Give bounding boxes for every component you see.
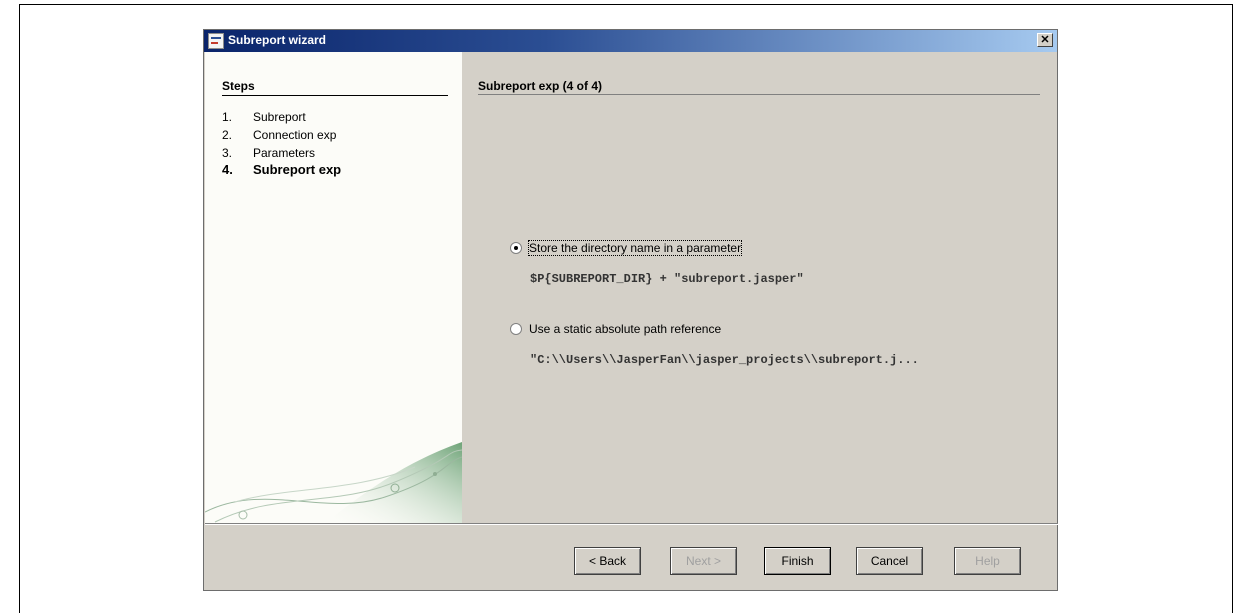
cancel-button[interactable]: Cancel bbox=[856, 547, 923, 575]
step-number: 4. bbox=[222, 162, 233, 177]
step-item-subreport-exp: 4. Subreport exp bbox=[222, 163, 341, 177]
window-title: Subreport wizard bbox=[228, 33, 327, 47]
static-path-expression: "C:\\Users\\JasperFan\\jasper_projects\\… bbox=[530, 353, 919, 367]
step-item-parameters: 3. Parameters bbox=[222, 146, 315, 160]
radio-button[interactable] bbox=[510, 323, 522, 335]
step-number: 1. bbox=[222, 110, 233, 124]
parameter-expression: $P{SUBREPORT_DIR} + "subreport.jasper" bbox=[530, 272, 804, 286]
content-panel: Subreport exp (4 of 4) Store the directo… bbox=[462, 52, 1057, 523]
finish-button[interactable]: Finish bbox=[764, 547, 831, 575]
next-button[interactable]: Next > bbox=[670, 547, 737, 575]
step-item-subreport: 1. Subreport bbox=[222, 110, 306, 124]
app-icon bbox=[208, 33, 224, 49]
steps-divider bbox=[222, 95, 448, 96]
step-number: 3. bbox=[222, 146, 233, 160]
help-button[interactable]: Help bbox=[954, 547, 1021, 575]
title-divider bbox=[478, 94, 1040, 95]
radio-label[interactable]: Use a static absolute path reference bbox=[529, 322, 721, 336]
step-label: Connection exp bbox=[253, 128, 337, 142]
subreport-wizard-dialog: Subreport wizard ✕ Steps 1. Subreport 2. C… bbox=[203, 29, 1058, 591]
steps-heading: Steps bbox=[222, 79, 255, 93]
step-label: Parameters bbox=[253, 146, 316, 160]
step-label: Subreport bbox=[253, 110, 306, 124]
decorative-swirl-graphic bbox=[205, 442, 462, 523]
step-label: Subreport exp bbox=[253, 162, 342, 177]
close-button[interactable]: ✕ bbox=[1037, 33, 1053, 47]
radio-label[interactable]: Store the directory name in a parameter bbox=[527, 240, 743, 256]
back-button[interactable]: < Back bbox=[574, 547, 641, 575]
step-number: 2. bbox=[222, 128, 233, 142]
footer-separator bbox=[205, 523, 1058, 525]
step-item-connection-exp: 2. Connection exp bbox=[222, 128, 336, 142]
steps-panel: Steps 1. Subreport 2. Connection exp 3. Par… bbox=[205, 52, 462, 523]
radio-button[interactable] bbox=[510, 242, 522, 254]
page-title: Subreport exp (4 of 4) bbox=[478, 79, 603, 93]
title-bar[interactable]: Subreport wizard ✕ bbox=[204, 30, 1057, 52]
